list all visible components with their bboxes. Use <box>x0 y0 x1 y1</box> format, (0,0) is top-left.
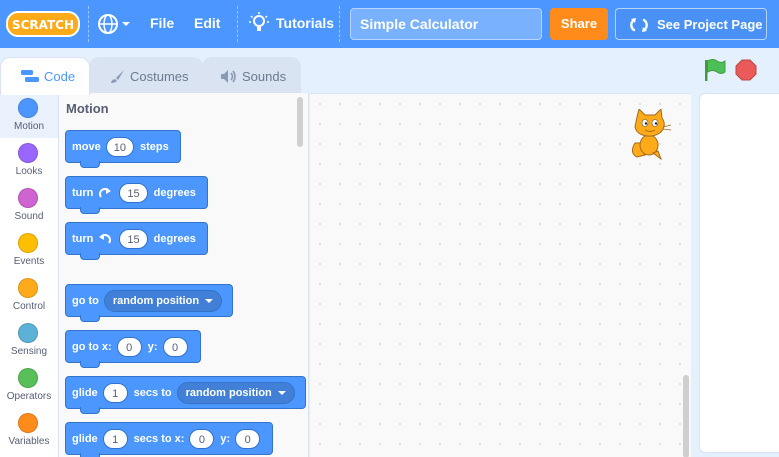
x-input[interactable]: 0 <box>116 336 142 357</box>
category-looks[interactable]: Looks <box>0 138 58 183</box>
target-dropdown[interactable]: random position <box>103 289 223 312</box>
category-label: Operators <box>6 391 52 402</box>
block-go-to-xy[interactable]: go to x: 0 y: 0 <box>65 330 201 368</box>
category-sensing[interactable]: Sensing <box>0 318 58 363</box>
paintbrush-icon <box>111 70 124 83</box>
category-dot-icon <box>18 323 38 343</box>
category-dot-icon <box>18 368 38 388</box>
block-text: secs to <box>133 386 172 399</box>
palette-section-title: Motion <box>66 101 109 116</box>
category-dot-icon <box>18 98 38 118</box>
block-text: steps <box>140 140 169 153</box>
tab-sounds-label: Sounds <box>242 69 287 84</box>
block-text: degrees <box>153 232 196 245</box>
category-dot-icon <box>18 188 38 208</box>
block-turn-left[interactable]: turn 15 degrees <box>65 222 208 260</box>
menu-divider <box>88 6 89 42</box>
category-label: Sound <box>14 211 44 222</box>
project-title-input[interactable] <box>350 8 542 40</box>
menu-divider <box>237 6 238 42</box>
category-motion[interactable]: Motion <box>0 93 58 138</box>
y-input[interactable]: 0 <box>235 428 261 449</box>
block-text: turn <box>72 186 94 199</box>
see-project-page-button[interactable]: See Project Page <box>615 8 767 40</box>
category-dot-icon <box>18 143 38 163</box>
category-operators[interactable]: Operators <box>0 363 58 408</box>
file-menu[interactable]: File <box>150 15 174 31</box>
green-flag-icon[interactable] <box>703 58 727 82</box>
tab-sounds[interactable]: Sounds <box>202 57 301 93</box>
stage-panel[interactable] <box>699 93 779 453</box>
tab-costumes-label: Costumes <box>130 69 189 84</box>
scratch-logo[interactable]: SCRATCH <box>6 10 80 38</box>
block-text: secs to x: <box>133 432 185 445</box>
category-label: Events <box>13 256 45 267</box>
dropdown-value: random position <box>185 386 272 399</box>
category-dot-icon <box>18 278 38 298</box>
category-sound[interactable]: Sound <box>0 183 58 228</box>
tab-code-label: Code <box>44 69 76 84</box>
sprite-cat-icon <box>631 109 671 161</box>
block-text: turn <box>72 232 94 245</box>
block-turn-right[interactable]: turn 15 degrees <box>65 176 208 214</box>
x-input[interactable]: 0 <box>189 428 215 449</box>
block-text: y: <box>220 432 231 445</box>
degrees-input[interactable]: 15 <box>119 228 148 249</box>
category-menu: Motion Looks Sound Events Control Sensin… <box>0 93 59 457</box>
degrees-input[interactable]: 15 <box>119 182 148 203</box>
edit-menu[interactable]: Edit <box>194 15 220 31</box>
block-text: move <box>72 140 101 153</box>
block-glide-to[interactable]: glide 1 secs to random position <box>65 376 306 414</box>
category-control[interactable]: Control <box>0 273 58 318</box>
tab-code[interactable]: Code <box>0 57 90 95</box>
see-project-label: See Project Page <box>657 17 763 32</box>
stop-sign-icon[interactable] <box>735 59 757 81</box>
language-globe-icon[interactable] <box>97 12 133 36</box>
lightbulb-icon[interactable] <box>249 12 269 34</box>
category-label: Sensing <box>10 346 48 357</box>
block-move-steps[interactable]: move 10 steps <box>65 130 181 168</box>
dropdown-value: random position <box>112 294 200 307</box>
category-label: Variables <box>8 436 50 447</box>
remix-arrows-icon <box>630 18 648 32</box>
secs-input[interactable]: 1 <box>102 382 128 403</box>
y-input[interactable]: 0 <box>162 336 188 357</box>
speaker-icon <box>221 70 236 83</box>
tutorials-menu[interactable]: Tutorials <box>276 15 334 31</box>
rotate-left-icon <box>99 233 112 244</box>
menu-bar: SCRATCH File Edit Tutorials Share See Pr… <box>0 0 779 48</box>
chevron-down-icon <box>205 298 214 303</box>
chevron-down-icon <box>277 390 286 395</box>
share-button[interactable]: Share <box>550 8 608 40</box>
steps-input[interactable]: 10 <box>105 136 134 157</box>
script-workspace[interactable] <box>310 93 691 457</box>
svg-text:SCRATCH: SCRATCH <box>12 18 74 32</box>
block-text: glide <box>72 386 98 399</box>
category-dot-icon <box>18 233 38 253</box>
workspace-scrollbar[interactable] <box>683 375 689 457</box>
block-go-to[interactable]: go to random position <box>65 284 234 322</box>
block-text: y: <box>147 340 158 353</box>
category-label: Control <box>12 301 46 312</box>
rotate-right-icon <box>99 187 112 198</box>
palette-scrollbar[interactable] <box>297 97 303 147</box>
block-text: go to <box>72 294 99 307</box>
category-dot-icon <box>18 413 38 433</box>
tab-costumes[interactable]: Costumes <box>89 57 203 93</box>
category-label: Looks <box>15 166 43 177</box>
target-dropdown[interactable]: random position <box>176 381 295 404</box>
block-palette: Motion move 10 steps turn 15 degrees tur… <box>59 93 309 457</box>
code-icon <box>21 70 39 82</box>
block-text: go to x: <box>72 340 112 353</box>
block-text: glide <box>72 432 98 445</box>
block-text: degrees <box>153 186 196 199</box>
secs-input[interactable]: 1 <box>102 428 128 449</box>
category-variables[interactable]: Variables <box>0 408 58 453</box>
category-label: Motion <box>13 121 44 132</box>
menu-divider <box>339 6 340 42</box>
category-events[interactable]: Events <box>0 228 58 273</box>
block-glide-xy[interactable]: glide 1 secs to x: 0 y: 0 <box>65 422 274 457</box>
